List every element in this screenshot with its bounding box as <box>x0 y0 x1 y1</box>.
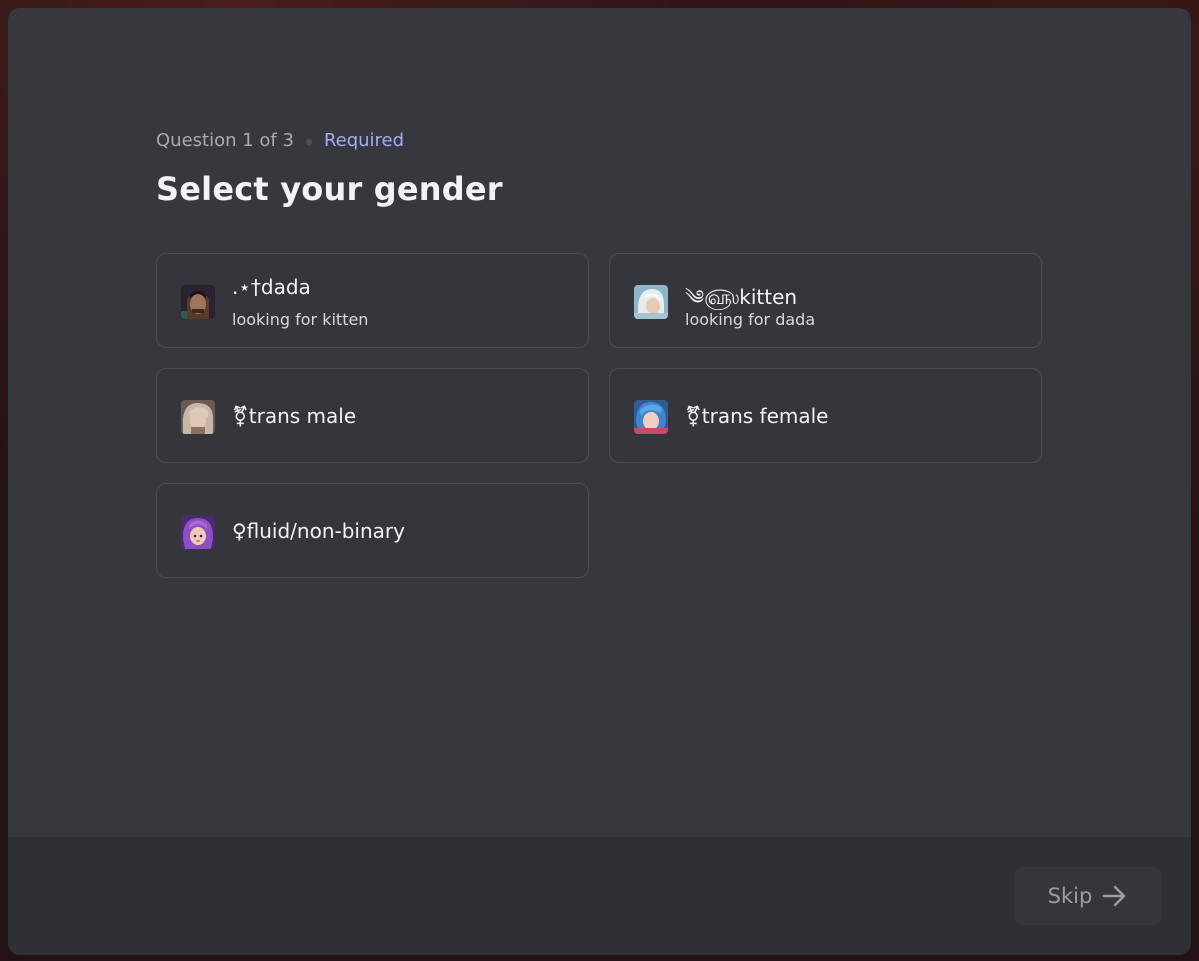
option-trans-female[interactable]: ⚧trans female <box>609 368 1042 463</box>
question-progress: Question 1 of 3 <box>156 129 294 151</box>
option-label: ⚧trans female <box>685 404 829 428</box>
option-dada[interactable]: .⋆†dada looking for kitten <box>156 253 589 348</box>
onboarding-modal: Question 1 of 3 Required Select your gen… <box>8 8 1191 955</box>
option-fluid-non-binary[interactable]: ♀fluid/non-binary <box>156 483 589 578</box>
option-trans-male[interactable]: ⚧trans male <box>156 368 589 463</box>
skip-label: Skip <box>1047 884 1093 908</box>
question-content: Question 1 of 3 Required Select your gen… <box>156 126 1056 578</box>
required-label: Required <box>323 129 405 151</box>
question-meta: Question 1 of 3 Required <box>156 126 1056 154</box>
pale-champion-avatar <box>181 400 215 434</box>
blue-haired-champion-avatar <box>634 400 668 434</box>
separator-dot <box>305 139 312 145</box>
option-label: ⚧trans male <box>232 404 357 428</box>
arrow-right-icon <box>1103 885 1126 907</box>
purple-haired-champion-avatar <box>181 515 215 549</box>
option-label: .⋆†dada <box>232 275 311 299</box>
modal-footer: Skip <box>8 837 1191 955</box>
question-title: Select your gender <box>156 170 503 208</box>
option-description: looking for kitten <box>232 310 369 329</box>
option-description: looking for dada <box>685 310 816 329</box>
skip-button[interactable]: Skip <box>1014 867 1162 925</box>
option-kitten[interactable]: ༄௵kitten looking for dada <box>609 253 1042 348</box>
dark-haired-champion-avatar <box>181 285 215 319</box>
option-label: ♀fluid/non-binary <box>232 519 405 543</box>
white-haired-champion-avatar <box>634 285 668 319</box>
